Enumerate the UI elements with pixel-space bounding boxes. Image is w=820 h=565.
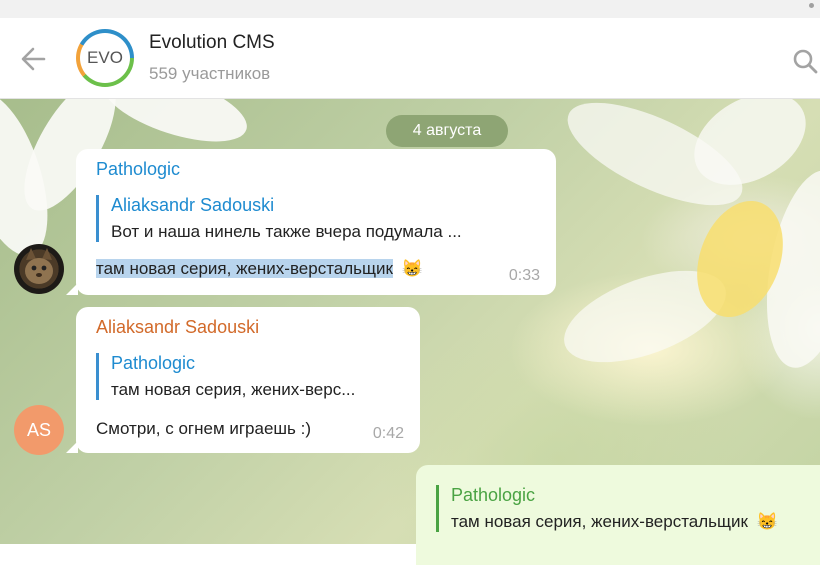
reply-sender: Aliaksandr Sadouski	[111, 195, 275, 215]
member-count[interactable]: 559 участников	[149, 64, 270, 84]
chat-header: EVO Evolution CMS 559 участников	[0, 18, 820, 99]
reply-text: там новая серия, жених-верстальщик	[451, 512, 748, 531]
message-time: 0:33	[508, 267, 540, 284]
chat-avatar[interactable]: EVO	[76, 29, 134, 87]
message-sender[interactable]: Pathologic	[96, 159, 180, 180]
search-icon[interactable]	[792, 48, 818, 74]
chat-title[interactable]: Evolution CMS	[149, 32, 275, 54]
reply-text-row: там новая серия, жених-верстальщик 😸	[451, 512, 778, 532]
message-sender[interactable]: Aliaksandr Sadouski	[96, 317, 259, 338]
reply-text: Вот и наша нинель также вчера подумала .…	[111, 222, 462, 241]
avatar-as[interactable]: AS	[14, 405, 64, 455]
grinning-cat-emoji-icon: 😸	[401, 259, 423, 278]
message-bubble[interactable]: Aliaksandr Sadouski Pathologic там новая…	[66, 307, 420, 453]
reply-sender: Pathologic	[111, 353, 196, 373]
chat-avatar-logo: EVO	[80, 33, 130, 83]
grinning-cat-emoji-icon: 😸	[756, 512, 778, 531]
message-text: там новая серия, жених-верстальщик	[96, 259, 393, 278]
background-petal	[95, 99, 255, 156]
message-text: Смотри, с огнем играешь :)	[96, 419, 312, 438]
reply-sender: Pathologic	[451, 485, 536, 505]
cat-avatar-image	[25, 248, 53, 284]
message-bubble[interactable]: Pathologic Aliaksandr Sadouski Вот и наш…	[66, 149, 556, 295]
back-arrow-icon[interactable]	[18, 44, 48, 74]
menu-dot-icon[interactable]	[809, 3, 814, 8]
avatar-pathologic[interactable]	[14, 244, 64, 294]
reply-quote[interactable]: Pathologic там новая серия, жених-верста…	[436, 485, 778, 532]
reply-text: там новая серия, жених-верс...	[111, 380, 356, 399]
window-top-strip	[0, 0, 820, 18]
message-text-row: там новая серия, жених-верстальщик 😸	[96, 259, 423, 279]
message-time: 0:42	[372, 425, 404, 442]
reply-quote[interactable]: Aliaksandr Sadouski Вот и наша нинель та…	[96, 195, 462, 242]
outgoing-message-bubble[interactable]: Pathologic там новая серия, жених-верста…	[416, 465, 820, 565]
reply-quote[interactable]: Pathologic там новая серия, жених-верс..…	[96, 353, 355, 400]
date-separator: 4 августа	[386, 115, 508, 147]
